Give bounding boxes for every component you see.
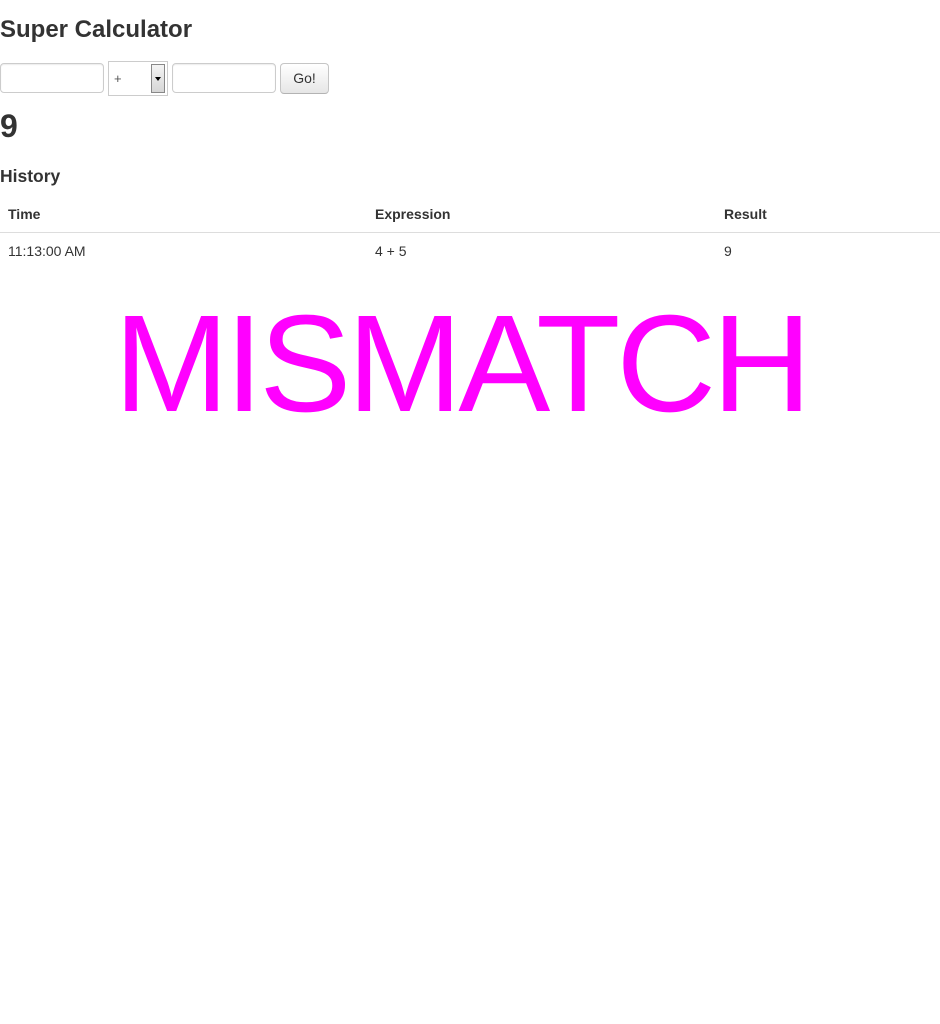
second-number-input[interactable] (172, 63, 276, 93)
history-time-cell: 11:13:00 AM (8, 243, 86, 259)
mismatch-overlay: MISMATCH (114, 287, 812, 441)
history-table: Time Expression Result 11:13:00 AM 4 + 5… (0, 196, 940, 269)
operator-select[interactable]: + (108, 61, 168, 96)
table-row: 11:13:00 AM 4 + 5 9 (0, 233, 940, 270)
column-header-time: Time (0, 196, 367, 233)
history-expression-cell: 4 + 5 (375, 243, 407, 259)
result-value: 9 (0, 108, 18, 144)
go-button[interactable]: Go! (280, 63, 329, 94)
dropdown-toggle[interactable] (151, 64, 165, 93)
operator-selected-value: + (114, 71, 122, 86)
history-result-cell: 9 (724, 243, 732, 259)
column-header-expression: Expression (367, 196, 716, 233)
column-header-result: Result (716, 196, 940, 233)
history-heading: History (0, 166, 61, 186)
page-title: Super Calculator (0, 16, 193, 43)
chevron-down-icon (155, 77, 161, 81)
first-number-input[interactable] (0, 63, 104, 93)
history-header-row: Time Expression Result (0, 196, 940, 233)
